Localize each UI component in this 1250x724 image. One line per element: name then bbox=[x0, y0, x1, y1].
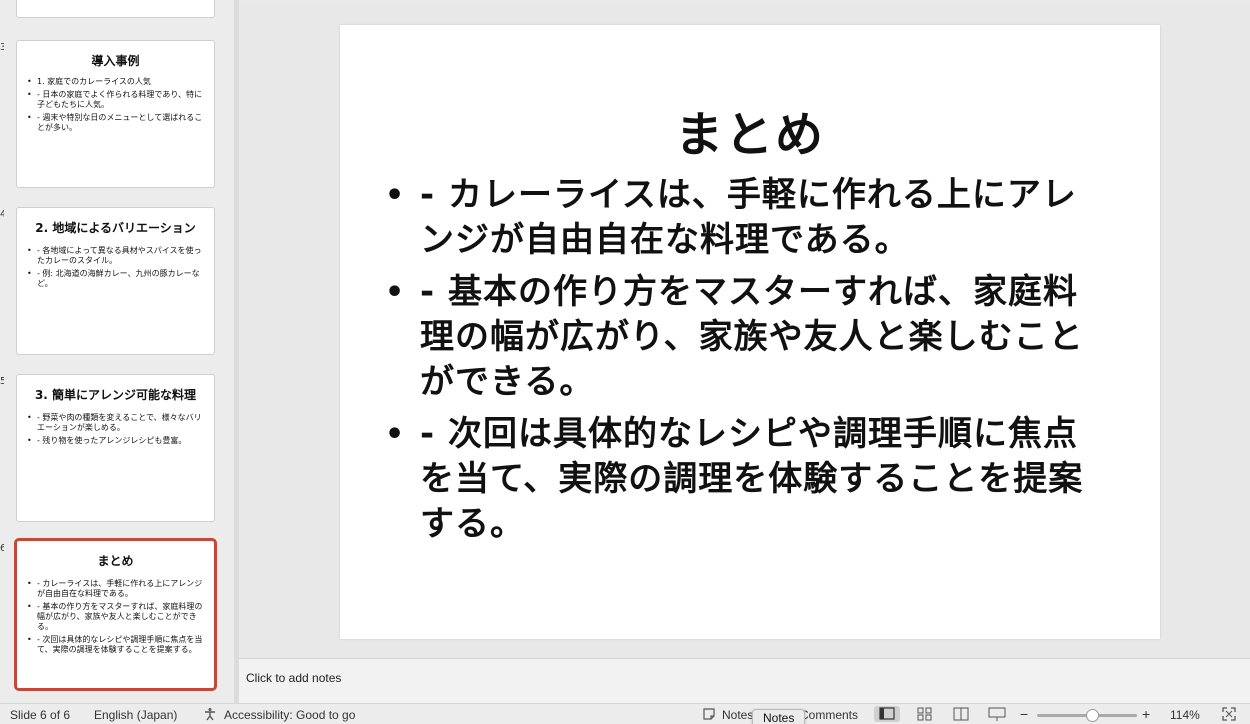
slide-number-4: 4 bbox=[0, 209, 4, 220]
reading-view-icon bbox=[953, 707, 969, 721]
slide-sorter-icon bbox=[917, 707, 932, 721]
slide-counter: Slide 6 of 6 bbox=[10, 708, 71, 722]
slide-number-6: 6 bbox=[0, 543, 4, 554]
slide-title[interactable]: まとめ bbox=[340, 95, 1160, 165]
slide-thumbnail-3[interactable]: 導入事例 1. 家庭でのカレーライスの人気 - 日本の家庭でよく作られる料理であ… bbox=[16, 40, 215, 188]
thumbnail-bullet: - 例: 北海道の海鮮カレー、九州の豚カレーなど。 bbox=[27, 269, 204, 289]
slide-thumbnail-5[interactable]: 3. 簡単にアレンジ可能な料理 - 野菜や肉の種類を変えることで、様々なバリエー… bbox=[16, 374, 215, 522]
zoom-in-button[interactable]: + bbox=[1142, 706, 1150, 722]
slide-thumbnail-4[interactable]: 2. 地域によるバリエーション - 各地域によって異なる具材やスパイスを使ったカ… bbox=[16, 207, 215, 355]
status-bar: Slide 6 of 6 English (Japan) Accessibili… bbox=[0, 703, 1250, 724]
notes-tooltip: Notes bbox=[752, 709, 806, 724]
language-indicator[interactable]: English (Japan) bbox=[94, 708, 177, 722]
accessibility-status[interactable]: Accessibility: Good to go bbox=[224, 708, 355, 722]
slide-number-5: 5 bbox=[0, 376, 4, 387]
slide-body[interactable]: - カレーライスは、手軽に作れる上にアレンジが自由自在な料理である。 - 基本の… bbox=[385, 173, 1105, 554]
slideshow-icon bbox=[988, 707, 1006, 721]
accessibility-icon[interactable] bbox=[203, 707, 217, 721]
thumbnail-bullet: - 週末や特別な日のメニューとして選ばれることが多い。 bbox=[27, 113, 204, 133]
notes-pane[interactable]: Click to add notes bbox=[239, 658, 1250, 703]
notes-icon[interactable] bbox=[702, 707, 716, 721]
notes-button[interactable]: Notes bbox=[722, 708, 753, 722]
thumbnail-bullet: - 残り物を使ったアレンジレシピも豊富。 bbox=[27, 436, 204, 446]
slide-thumbnail-6-selected[interactable]: まとめ - カレーライスは、手軽に作れる上にアレンジが自由自在な料理である。 -… bbox=[14, 538, 217, 691]
slide-sorter-view-button[interactable] bbox=[912, 706, 938, 722]
slide-bullet: - 次回は具体的なレシピや調理手順に焦点を当て、実際の調理を体験することを提案す… bbox=[385, 412, 1105, 547]
zoom-slider-thumb[interactable] bbox=[1085, 709, 1099, 722]
slide-bullet: - カレーライスは、手軽に作れる上にアレンジが自由自在な料理である。 bbox=[385, 173, 1105, 263]
comments-button[interactable]: Comments bbox=[800, 708, 858, 722]
thumbnail-bullet: - 次回は具体的なレシピや調理手順に焦点を当て、実際の調理を体験することを提案す… bbox=[27, 635, 204, 655]
reading-view-button[interactable] bbox=[948, 706, 974, 722]
slide-thumbnail-2[interactable] bbox=[16, 0, 215, 18]
zoom-level[interactable]: 114% bbox=[1170, 708, 1200, 722]
slideshow-button[interactable] bbox=[984, 706, 1010, 722]
thumbnail-title: 導入事例 bbox=[91, 54, 140, 68]
thumbnail-bullet: 1. 家庭でのカレーライスの人気 bbox=[27, 77, 204, 87]
thumbnail-bullet: - 野菜や肉の種類を変えることで、様々なバリエーションが楽しめる。 bbox=[27, 413, 204, 433]
slide-thumbnail-panel: 3 導入事例 1. 家庭でのカレーライスの人気 - 日本の家庭でよく作られる料理… bbox=[0, 0, 234, 703]
thumbnail-title: まとめ bbox=[97, 554, 134, 568]
current-slide[interactable]: まとめ - カレーライスは、手軽に作れる上にアレンジが自由自在な料理である。 -… bbox=[340, 25, 1160, 639]
zoom-out-button[interactable]: − bbox=[1020, 706, 1028, 722]
thumbnail-bullet: - 日本の家庭でよく作られる料理であり、特に子どもたちに人気。 bbox=[27, 90, 204, 110]
slide-number-3: 3 bbox=[0, 42, 4, 53]
thumbnail-bullet: - カレーライスは、手軽に作れる上にアレンジが自由自在な料理である。 bbox=[27, 579, 204, 599]
normal-view-button[interactable] bbox=[874, 706, 900, 722]
thumbnail-bullet: - 各地域によって異なる具材やスパイスを使ったカレーのスタイル。 bbox=[27, 246, 204, 266]
notes-placeholder: Click to add notes bbox=[246, 671, 342, 685]
fit-to-window-icon[interactable] bbox=[1222, 707, 1236, 721]
thumbnail-title: 2. 地域によるバリエーション bbox=[35, 221, 196, 235]
thumbnail-title: 3. 簡単にアレンジ可能な料理 bbox=[34, 388, 197, 402]
slide-bullet: - 基本の作り方をマスターすれば、家庭料理の幅が広がり、家族や友人と楽しむことが… bbox=[385, 270, 1105, 405]
normal-view-icon bbox=[879, 707, 895, 720]
thumbnail-bullet: - 基本の作り方をマスターすれば、家庭料理の幅が広がり、家族や友人と楽しむことが… bbox=[27, 602, 204, 632]
